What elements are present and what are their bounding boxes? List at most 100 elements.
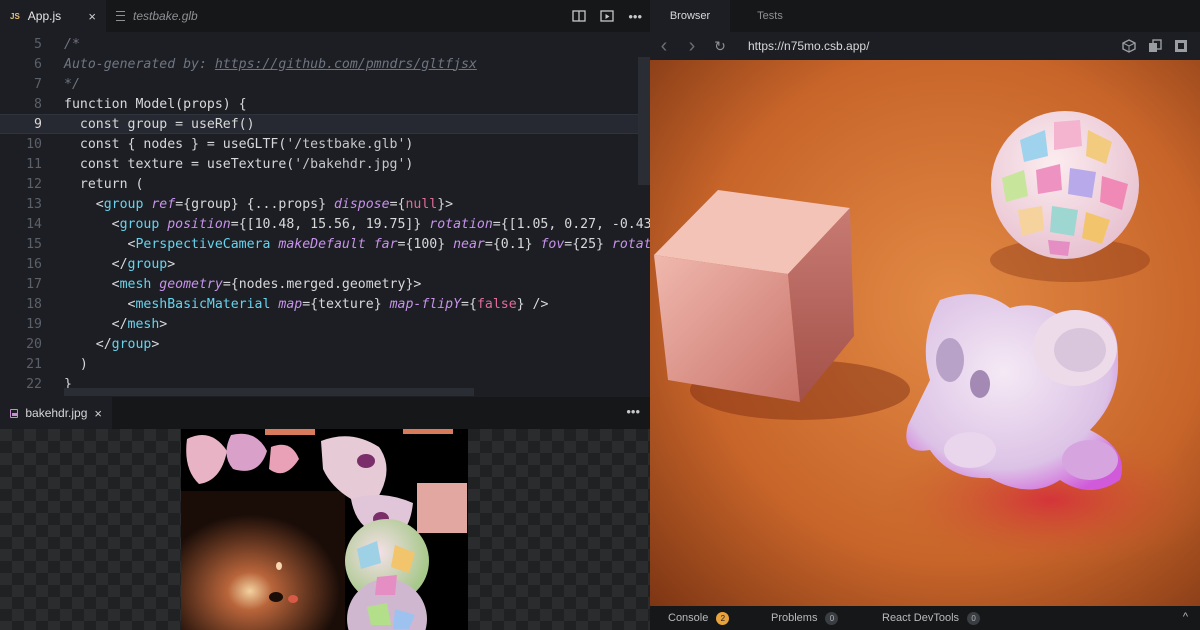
- image-tabbar: bakehdr.jpg ×: [0, 397, 650, 429]
- tab-browser[interactable]: Browser: [650, 0, 730, 32]
- code-text: <mesh geometry={nodes.merged.geometry}>: [64, 276, 422, 292]
- line-number: 8: [34, 96, 42, 112]
- line-number: 18: [26, 296, 42, 312]
- more-icon[interactable]: •••: [628, 9, 642, 24]
- code-text: const texture = useTexture('/bakehdr.jpg…: [64, 156, 414, 172]
- code-editor[interactable]: 5 /* 6 Auto-generated by: https://github.co…: [0, 34, 650, 394]
- code-line[interactable]: 7 */: [0, 74, 650, 94]
- line-number: 16: [26, 256, 42, 272]
- code-text: */: [64, 76, 80, 92]
- refresh-icon[interactable]: ↻: [706, 38, 734, 55]
- line-number: 11: [26, 156, 42, 172]
- code-text: Auto-generated by: https://github.com/pm…: [64, 56, 477, 72]
- chevron-up-icon[interactable]: ^: [1183, 611, 1188, 623]
- code-text: ): [64, 356, 88, 372]
- code-text: /*: [64, 36, 80, 52]
- baked-texture-image: [181, 429, 468, 630]
- code-text: </mesh>: [64, 316, 168, 332]
- browser-toolbar: [1122, 39, 1200, 53]
- js-file-icon: JS: [10, 11, 20, 21]
- browser-navbar: ‹ › ↻ https://n75mo.csb.app/: [650, 32, 1200, 60]
- problems-tab[interactable]: Problems 0: [771, 611, 839, 625]
- browser-pane: Browser Tests ‹ › ↻ https://n75mo.csb.ap…: [650, 0, 1200, 630]
- editor-actions: •••: [572, 0, 642, 32]
- code-line[interactable]: 12 return (: [0, 174, 650, 194]
- line-number: 19: [26, 316, 42, 332]
- line-number: 9: [34, 116, 42, 132]
- react-devtools-label: React DevTools: [882, 612, 960, 624]
- editor-pane: JS App.js × testbake.glb ••• 5 /* 6 Auto-ge…: [0, 0, 650, 630]
- code-line[interactable]: 16 </group>: [0, 254, 650, 274]
- preview-icon[interactable]: [600, 10, 614, 22]
- devtools-statusbar: Console 2 Problems 0 React DevTools 0 ^: [650, 606, 1200, 630]
- tab-tests[interactable]: Tests: [730, 0, 810, 32]
- line-number: 13: [26, 196, 42, 212]
- close-tab-icon[interactable]: ×: [88, 9, 96, 24]
- code-line[interactable]: 6 Auto-generated by: https://github.com/p…: [0, 54, 650, 74]
- file-icon: [116, 11, 125, 21]
- line-number: 7: [34, 76, 42, 92]
- preview-viewport[interactable]: [650, 60, 1200, 606]
- close-tab-icon[interactable]: ×: [94, 406, 102, 421]
- console-tab[interactable]: Console 2: [668, 611, 730, 625]
- line-number: 15: [26, 236, 42, 252]
- url-bar[interactable]: https://n75mo.csb.app/: [748, 32, 1122, 60]
- line-number: 17: [26, 276, 42, 292]
- split-editor-icon[interactable]: [572, 10, 586, 22]
- tab-label: testbake.glb: [133, 9, 198, 23]
- codesandbox-icon[interactable]: [1122, 39, 1136, 53]
- code-line[interactable]: 18 <meshBasicMaterial map={texture} map-…: [0, 294, 650, 314]
- image-file-icon: [10, 408, 19, 418]
- tab-app-js[interactable]: JS App.js ×: [0, 0, 106, 32]
- code-line[interactable]: 21 ): [0, 354, 650, 374]
- more-icon[interactable]: •••: [626, 404, 640, 419]
- code-line[interactable]: 13 <group ref={group} {...props} dispose…: [0, 194, 650, 214]
- code-text: </group>: [64, 256, 176, 272]
- copy-window-icon[interactable]: [1148, 39, 1162, 53]
- code-line[interactable]: 8 function Model(props) {: [0, 94, 650, 114]
- tab-label: bakehdr.jpg: [25, 406, 88, 420]
- react-devtools-count-badge: 0: [967, 611, 981, 625]
- tab-testbake-glb[interactable]: testbake.glb: [106, 0, 208, 32]
- gltfjsx-link[interactable]: https://github.com/pmndrs/gltfjsx: [215, 57, 477, 72]
- line-number: 10: [26, 136, 42, 152]
- code-line[interactable]: 17 <mesh geometry={nodes.merged.geometry…: [0, 274, 650, 294]
- line-number: 21: [26, 356, 42, 372]
- vertical-scrollbar[interactable]: [638, 57, 650, 185]
- line-number: 14: [26, 216, 42, 232]
- line-number: 22: [26, 376, 42, 392]
- back-icon[interactable]: ‹: [650, 35, 678, 58]
- forward-icon[interactable]: ›: [678, 35, 706, 58]
- problems-count-badge: 0: [825, 611, 839, 625]
- code-line[interactable]: 14 <group position={[10.48, 15.56, 19.75…: [0, 214, 650, 234]
- code-text: <group position={[10.48, 15.56, 19.75]} …: [64, 216, 650, 232]
- problems-label: Problems: [771, 612, 818, 624]
- browser-tabbar: Browser Tests: [650, 0, 1200, 32]
- open-new-window-icon[interactable]: [1174, 39, 1188, 53]
- horizontal-scrollbar[interactable]: [64, 388, 474, 396]
- line-number: 12: [26, 176, 42, 192]
- code-line[interactable]: 20 </group>: [0, 334, 650, 354]
- code-text: <meshBasicMaterial map={texture} map-fli…: [64, 296, 549, 312]
- code-text: </group>: [64, 336, 160, 352]
- line-number: 6: [34, 56, 42, 72]
- code-text: return (: [64, 176, 144, 192]
- code-text: <PerspectiveCamera makeDefault far={100}…: [64, 236, 650, 252]
- code-line[interactable]: 11 const texture = useTexture('/bakehdr.…: [0, 154, 650, 174]
- code-text: const group = useRef(): [64, 116, 255, 132]
- code-text: const { nodes } = useGLTF('/testbake.glb…: [64, 136, 414, 152]
- tab-bakehdr-jpg[interactable]: bakehdr.jpg ×: [0, 397, 112, 429]
- code-line[interactable]: 19 </mesh>: [0, 314, 650, 334]
- line-number: 20: [26, 336, 42, 352]
- editor-tabbar: JS App.js × testbake.glb: [0, 0, 650, 32]
- react-devtools-tab[interactable]: React DevTools 0: [882, 611, 981, 625]
- line-number: 5: [34, 36, 42, 52]
- console-count-badge: 2: [716, 611, 730, 625]
- code-text: function Model(props) {: [64, 96, 247, 112]
- tab-label: App.js: [27, 9, 62, 23]
- code-line[interactable]: 5 /*: [0, 34, 650, 54]
- code-line[interactable]: 9 const group = useRef(): [0, 114, 650, 134]
- code-line[interactable]: 10 const { nodes } = useGLTF('/testbake.…: [0, 134, 650, 154]
- console-label: Console: [668, 612, 709, 624]
- code-line[interactable]: 15 <PerspectiveCamera makeDefault far={1…: [0, 234, 650, 254]
